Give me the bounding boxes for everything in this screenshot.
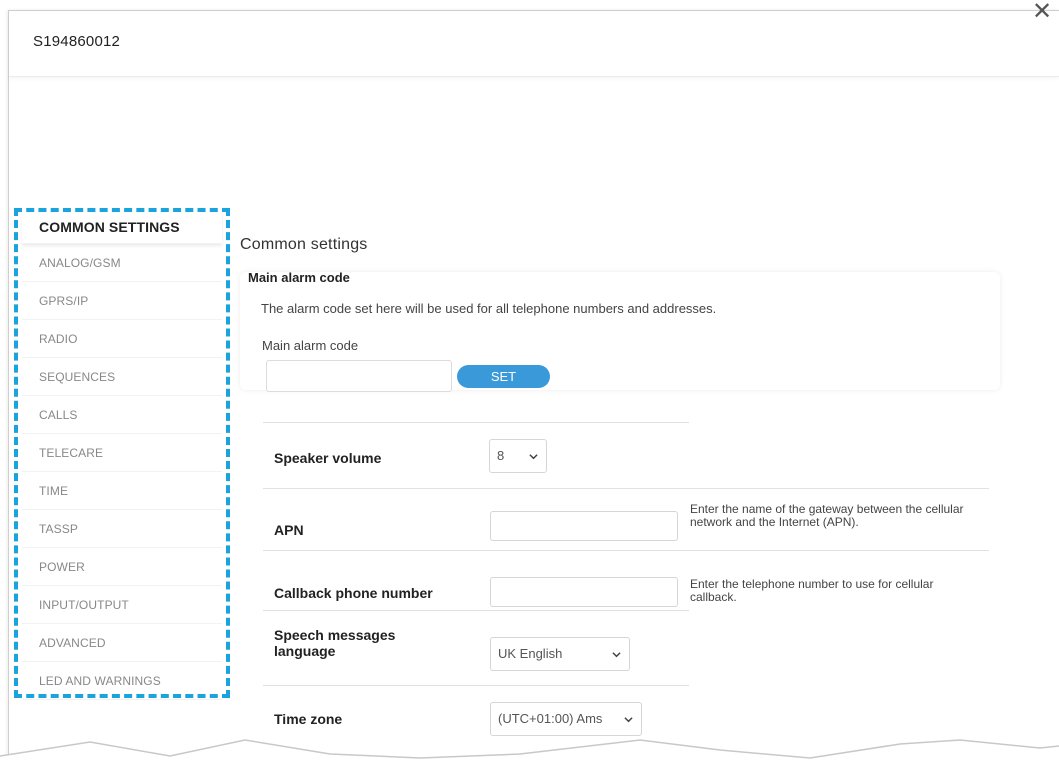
sidebar-item-gprs-ip[interactable]: GPRS/IP — [22, 282, 222, 320]
section-heading: Main alarm code — [248, 270, 350, 285]
speaker-volume-value: 8 — [497, 448, 505, 463]
alarm-code-label: Main alarm code — [262, 338, 359, 353]
set-button[interactable]: SET — [457, 365, 550, 388]
sidebar-item-telecare[interactable]: TELECARE — [22, 434, 222, 472]
table-row: Speaker volume 8 — [263, 422, 689, 488]
apn-label: APN — [274, 522, 304, 538]
language-label: Speech messages language — [274, 627, 396, 659]
speaker-volume-label: Speaker volume — [274, 450, 382, 466]
timezone-label: Time zone — [274, 711, 343, 727]
dialog-header: S194860012 — [9, 11, 1059, 77]
apn-input[interactable] — [490, 511, 678, 541]
table-row: APN Enter the name of the gateway betwee… — [263, 488, 989, 550]
section-description: The alarm code set here will be used for… — [261, 301, 717, 316]
sidebar-item-input-output[interactable]: INPUT/OUTPUT — [22, 586, 222, 624]
callback-phone-input[interactable] — [490, 577, 678, 607]
sidebar-item-led-and-warnings[interactable]: LED AND WARNINGS — [22, 662, 222, 700]
sidebar-item-analog-gsm[interactable]: ANALOG/GSM — [22, 244, 222, 282]
sidebar-item-advanced[interactable]: ADVANCED — [22, 624, 222, 662]
sidebar-item-tassp[interactable]: TASSP — [22, 510, 222, 548]
sidebar-item-common-settings[interactable]: COMMON SETTINGS — [22, 210, 222, 244]
sidebar-item-radio[interactable]: RADIO — [22, 320, 222, 358]
table-row: Speech messages language UK English — [263, 610, 689, 685]
table-row: Time zone (UTC+01:00) Ams — [263, 685, 689, 736]
torn-edge-decoration — [0, 739, 1059, 762]
page-title: Common settings — [240, 236, 368, 253]
apn-help-text: Enter the name of the gateway between th… — [690, 502, 964, 529]
timezone-value: (UTC+01:00) Ams — [498, 711, 603, 726]
sidebar-item-sequences[interactable]: SEQUENCES — [22, 358, 222, 396]
alarm-code-input[interactable] — [266, 360, 452, 392]
sidebar-item-calls[interactable]: CALLS — [22, 396, 222, 434]
main-alarm-code-card: Main alarm code The alarm code set here … — [240, 270, 1000, 392]
timezone-select[interactable]: (UTC+01:00) Ams — [490, 702, 642, 736]
chevron-down-icon — [624, 717, 633, 723]
sidebar-item-power[interactable]: POWER — [22, 548, 222, 586]
language-select[interactable]: UK English — [490, 637, 630, 671]
chevron-down-icon — [612, 652, 621, 658]
dialog-title: S194860012 — [33, 33, 121, 50]
chevron-down-icon — [529, 454, 538, 460]
callback-help-text: Enter the telephone number to use for ce… — [690, 577, 934, 604]
callback-label: Callback phone number — [274, 585, 433, 601]
table-row: Callback phone number Enter the telephon… — [263, 550, 989, 610]
speaker-volume-select[interactable]: 8 — [489, 439, 547, 473]
close-icon[interactable]: ✕ — [1029, 0, 1055, 28]
sidebar-item-time[interactable]: TIME — [22, 472, 222, 510]
language-value: UK English — [498, 646, 563, 661]
sidebar-nav: COMMON SETTINGS ANALOG/GSM GPRS/IP RADIO… — [22, 210, 222, 700]
